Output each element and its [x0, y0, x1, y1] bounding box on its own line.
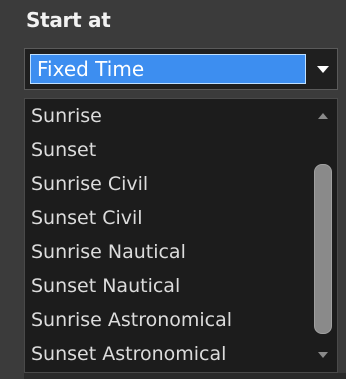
option-sunrise-astronomical[interactable]: Sunrise Astronomical — [25, 303, 305, 337]
dropdown-scrollbar[interactable] — [309, 99, 337, 372]
scroll-up-arrow-icon[interactable] — [309, 101, 337, 131]
scroll-down-arrow-icon[interactable] — [309, 340, 337, 370]
option-sunset-astronomical[interactable]: Sunset Astronomical — [25, 337, 305, 371]
option-sunrise[interactable]: Sunrise — [25, 99, 305, 133]
start-at-panel: Start at Fixed Time Sunrise Sunset Sunri… — [0, 0, 346, 379]
option-sunset[interactable]: Sunset — [25, 133, 305, 167]
option-sunset-nautical[interactable]: Sunset Nautical — [25, 269, 305, 303]
start-at-selected-value[interactable]: Fixed Time — [30, 54, 306, 84]
option-sunset-civil[interactable]: Sunset Civil — [25, 201, 305, 235]
option-sunrise-nautical[interactable]: Sunrise Nautical — [25, 235, 305, 269]
start-at-select[interactable]: Fixed Time — [24, 48, 338, 90]
option-list: Sunrise Sunset Sunrise Civil Sunset Civi… — [25, 99, 305, 371]
chevron-down-icon[interactable] — [309, 49, 337, 89]
background-strip — [24, 373, 346, 379]
scrollbar-thumb[interactable] — [314, 164, 332, 334]
start-at-dropdown-list[interactable]: Sunrise Sunset Sunrise Civil Sunset Civi… — [24, 98, 338, 373]
start-at-label: Start at — [26, 8, 111, 32]
option-sunrise-civil[interactable]: Sunrise Civil — [25, 167, 305, 201]
